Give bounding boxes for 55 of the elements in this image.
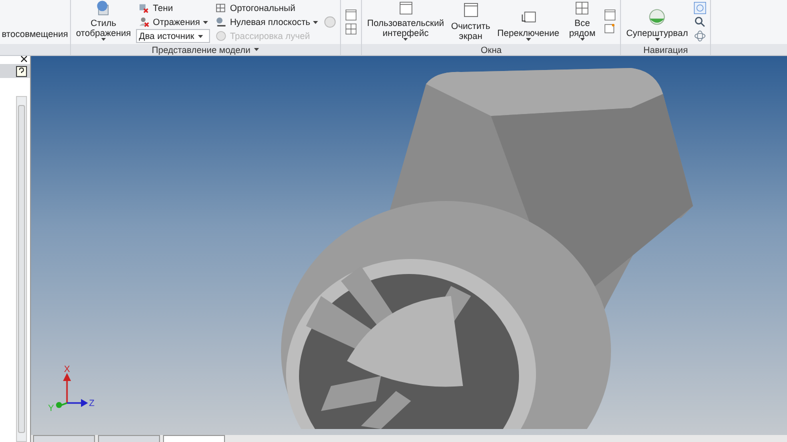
caret-icon xyxy=(580,38,585,41)
wheel-icon xyxy=(648,8,666,26)
caret-icon xyxy=(403,38,408,41)
zoom-icon xyxy=(692,15,707,29)
caret-icon xyxy=(100,38,106,41)
axis-label: X xyxy=(64,364,70,374)
icon-button[interactable] xyxy=(692,1,707,15)
sphere-icon xyxy=(323,15,338,29)
caret-icon xyxy=(198,34,204,38)
orbit-icon xyxy=(692,29,707,43)
icon-button[interactable] xyxy=(692,29,707,43)
axis-triad-drawing xyxy=(56,373,88,408)
ribbon-button[interactable]: Нулевая плоскость xyxy=(212,15,320,29)
ribbon-button[interactable]: Отражения xyxy=(136,15,210,29)
grid-icon xyxy=(214,2,227,14)
ribbon-button[interactable]: Все рядом xyxy=(564,0,600,44)
icon-button[interactable] xyxy=(344,8,358,22)
ribbon-button[interactable]: Пользовательский интерфейс xyxy=(365,0,446,44)
caret-icon xyxy=(313,20,318,24)
tiled-windows-icon xyxy=(344,22,358,36)
window-icon xyxy=(462,1,480,19)
caret-icon xyxy=(654,38,660,41)
window-icon xyxy=(603,22,618,36)
document-tab[interactable] xyxy=(163,435,225,442)
ribbon-button-label: втосовмещения xyxy=(0,29,69,41)
help-icon[interactable] xyxy=(16,66,27,76)
ribbon-button[interactable]: Очистить экран xyxy=(449,0,492,44)
tiled-windows-icon xyxy=(573,0,592,16)
window-icon xyxy=(344,8,358,22)
icon-button[interactable] xyxy=(692,15,707,29)
group-label: Окна xyxy=(480,44,502,54)
window-icon xyxy=(396,0,415,16)
axis-label: Z xyxy=(89,398,94,408)
shadow-icon xyxy=(138,2,150,14)
person-icon xyxy=(138,16,150,28)
group-label: Представление модели xyxy=(152,44,250,54)
ribbon-button[interactable]: Тени xyxy=(136,1,210,15)
sphere-plane-icon xyxy=(214,16,227,28)
close-icon[interactable] xyxy=(21,56,27,62)
3d-viewport[interactable]: X Z Y xyxy=(31,56,787,435)
caret-icon xyxy=(202,20,208,24)
ribbon-button[interactable]: Стиль отображения xyxy=(74,0,133,44)
group-label: Навигация xyxy=(643,44,688,54)
icon-button[interactable] xyxy=(603,22,618,36)
sphere-icon xyxy=(214,30,227,42)
axis-label: Y xyxy=(48,403,54,413)
icon-button[interactable] xyxy=(603,8,618,22)
light-dropdown[interactable]: Два источник xyxy=(136,29,210,43)
scrollbar[interactable] xyxy=(16,96,27,442)
caret-icon xyxy=(526,38,531,41)
ribbon-button[interactable]: Суперштурвал xyxy=(624,0,690,44)
icon-button[interactable] xyxy=(344,22,358,36)
ribbon-button[interactable]: Ортогональный xyxy=(212,1,320,15)
window-icon xyxy=(603,8,618,22)
ribbon-button[interactable]: Переключение xyxy=(495,0,562,44)
